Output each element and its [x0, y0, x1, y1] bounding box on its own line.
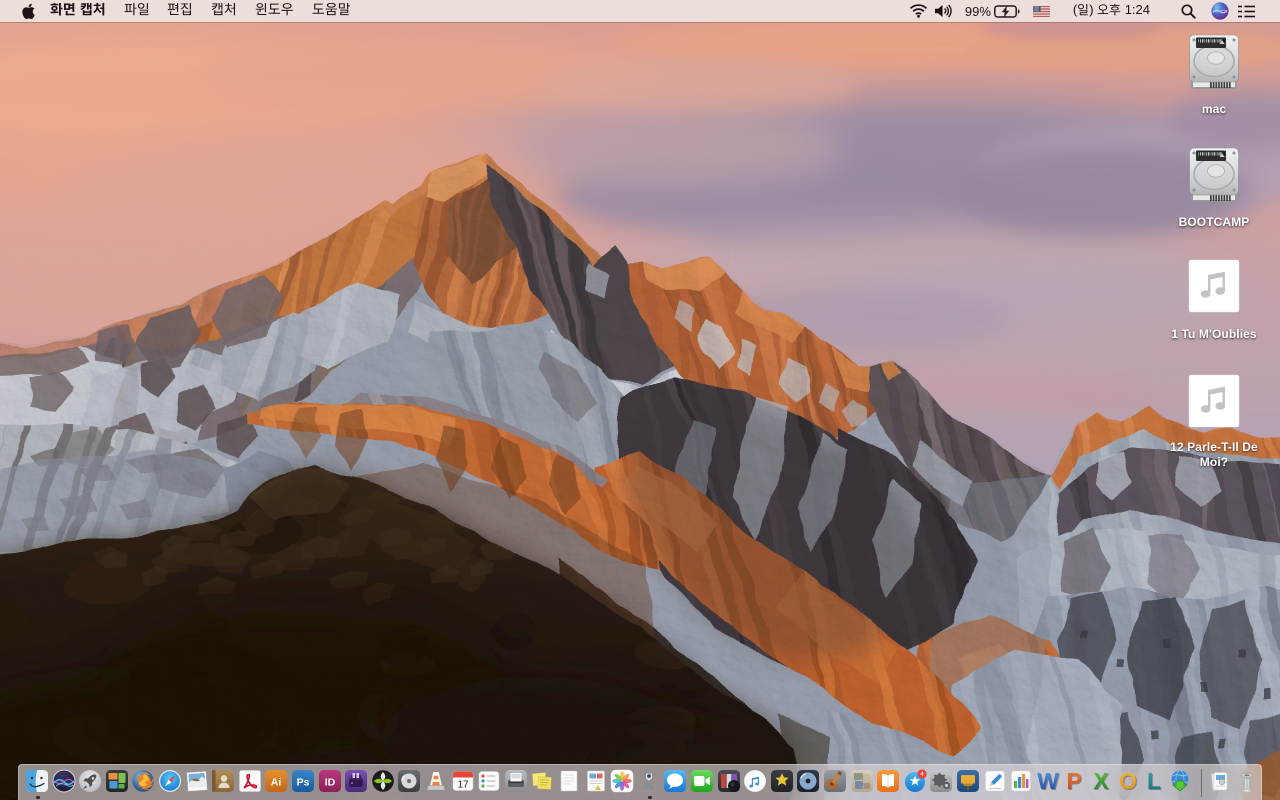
svg-text:X: X — [1093, 769, 1109, 793]
svg-text:4: 4 — [920, 771, 924, 778]
svg-text:ID: ID — [325, 777, 336, 789]
svg-text:L: L — [1147, 769, 1161, 793]
svg-text:O: O — [1119, 769, 1137, 793]
svg-text:Ai: Ai — [271, 777, 282, 789]
svg-text:Ps: Ps — [297, 777, 310, 789]
svg-text:W: W — [1037, 769, 1059, 793]
svg-text:17: 17 — [457, 780, 469, 791]
svg-text:P: P — [1066, 769, 1081, 793]
